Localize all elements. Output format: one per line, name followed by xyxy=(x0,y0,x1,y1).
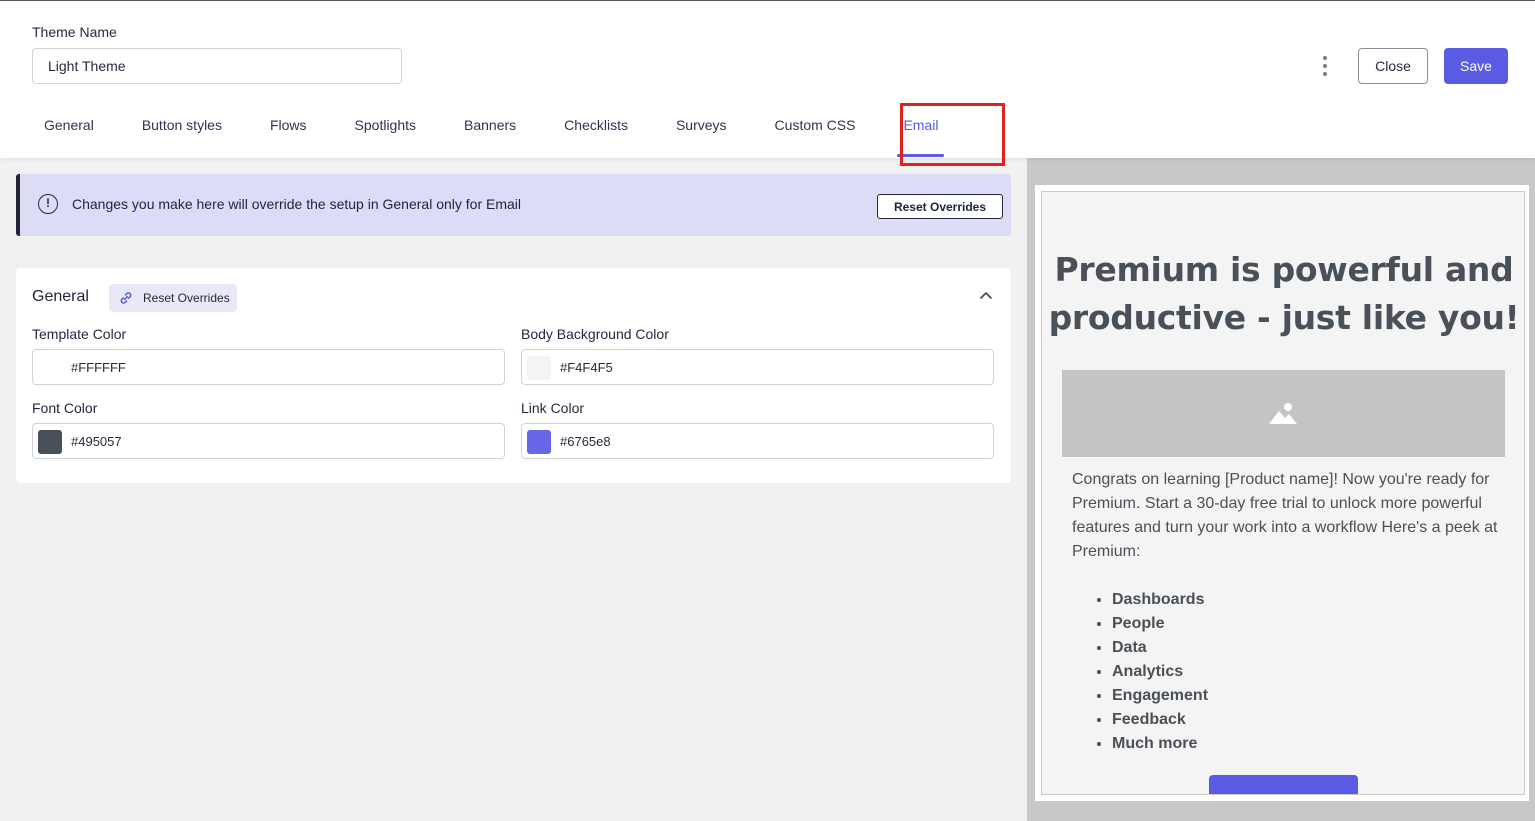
font-color-value: #495057 xyxy=(71,434,122,449)
link-icon xyxy=(120,292,132,304)
link-color-value: #6765e8 xyxy=(560,434,611,449)
list-item: Engagement xyxy=(1112,684,1208,708)
more-options-icon[interactable] xyxy=(1316,53,1334,79)
template-color-value: #FFFFFF xyxy=(71,360,126,375)
preview-heading: Premium is powerful and productive - jus… xyxy=(1048,250,1520,337)
template-color-swatch[interactable] xyxy=(38,356,62,380)
email-preview-panel: Premium is powerful and productive - jus… xyxy=(1027,158,1535,821)
tab-button-styles[interactable]: Button styles xyxy=(118,101,246,159)
preview-body-text: Congrats on learning [Product name]! Now… xyxy=(1072,471,1498,560)
link-color-field[interactable]: #6765e8 xyxy=(521,423,994,459)
tab-custom-css[interactable]: Custom CSS xyxy=(751,101,880,159)
tab-checklists[interactable]: Checklists xyxy=(540,101,652,159)
notice-text: Changes you make here will override the … xyxy=(72,196,522,212)
tab-general[interactable]: General xyxy=(20,101,118,159)
template-color-label: Template Color xyxy=(32,326,127,342)
font-color-swatch[interactable] xyxy=(38,430,62,454)
link-color-label: Link Color xyxy=(521,400,585,416)
header-bar: Theme Name Close Save General Button sty… xyxy=(0,0,1535,158)
theme-name-input[interactable] xyxy=(32,48,402,84)
reset-overrides-button[interactable]: Reset Overrides xyxy=(877,194,1003,219)
save-button[interactable]: Save xyxy=(1444,48,1508,84)
theme-tabs: General Button styles Flows Spotlights B… xyxy=(20,101,962,159)
section-title: General xyxy=(32,288,89,305)
email-preview-body[interactable]: Premium is powerful and productive - jus… xyxy=(1041,191,1525,795)
theme-name-label: Theme Name xyxy=(32,24,117,40)
tab-spotlights[interactable]: Spotlights xyxy=(331,101,440,159)
body-background-color-value: #F4F4F5 xyxy=(560,360,613,375)
font-color-field[interactable]: #495057 xyxy=(32,423,505,459)
tab-surveys[interactable]: Surveys xyxy=(652,101,751,159)
body-background-color-field[interactable]: #F4F4F5 xyxy=(521,349,994,385)
tab-flows[interactable]: Flows xyxy=(246,101,331,159)
close-button[interactable]: Close xyxy=(1358,48,1428,84)
list-item: Feedback xyxy=(1112,708,1208,732)
chevron-up-icon[interactable] xyxy=(978,288,994,304)
preview-image-placeholder xyxy=(1062,370,1505,457)
tab-banners[interactable]: Banners xyxy=(440,101,540,159)
list-item: Analytics xyxy=(1112,660,1208,684)
template-color-field[interactable]: #FFFFFF xyxy=(32,349,505,385)
general-settings-card: General Reset Overrides Template Color #… xyxy=(16,268,1011,483)
info-icon: ! xyxy=(38,194,58,214)
list-item: People xyxy=(1112,612,1208,636)
email-preview-template: Premium is powerful and productive - jus… xyxy=(1035,185,1529,801)
reset-overrides-chip[interactable]: Reset Overrides xyxy=(109,284,237,312)
tab-email[interactable]: Email xyxy=(879,101,962,159)
link-color-swatch[interactable] xyxy=(527,430,551,454)
list-item: Data xyxy=(1112,636,1208,660)
preview-feature-list: Dashboards People Data Analytics Engagem… xyxy=(1112,588,1208,756)
font-color-label: Font Color xyxy=(32,400,98,416)
list-item: Dashboards xyxy=(1112,588,1208,612)
chip-label: Reset Overrides xyxy=(143,291,230,305)
preview-cta-button[interactable]: Start My Trial xyxy=(1209,775,1358,794)
body-background-color-swatch[interactable] xyxy=(527,356,551,380)
image-icon xyxy=(1269,403,1297,424)
override-notice: ! Changes you make here will override th… xyxy=(16,174,1011,236)
body-background-color-label: Body Background Color xyxy=(521,326,669,342)
list-item: Much more xyxy=(1112,732,1208,756)
